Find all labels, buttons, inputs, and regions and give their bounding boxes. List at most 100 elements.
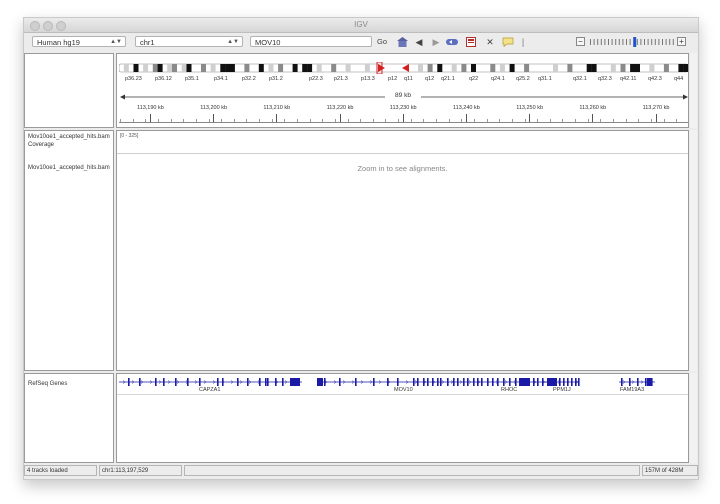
ideogram-band [591, 64, 597, 72]
zoom-out-button[interactable]: − [576, 37, 585, 46]
gene-exon [473, 378, 475, 386]
refresh-icon[interactable] [446, 37, 458, 47]
gene-exon [373, 378, 375, 386]
refseq-genes-track-name[interactable]: RefSeq Genes [28, 380, 114, 388]
zoom-tick [629, 39, 631, 45]
ideogram-band-label: p13.3 [361, 76, 375, 82]
ideogram-band [649, 64, 655, 72]
ideogram-band [586, 64, 592, 72]
gene-exon [199, 378, 201, 386]
gene-exon [339, 378, 341, 386]
window-title: IGV [354, 20, 368, 29]
gene-exon [537, 378, 539, 386]
header-scrollbar[interactable] [690, 53, 697, 128]
ideogram-band-label: p12 [388, 76, 398, 82]
ideogram-band-label: q31.1 [538, 76, 552, 82]
ideogram-band [292, 64, 298, 72]
ideogram-band-label: q11 [404, 76, 413, 82]
gene-exon [437, 378, 439, 386]
gene-exon [259, 378, 261, 386]
gene-exon [492, 378, 494, 386]
span-label: 89 kb [385, 92, 421, 99]
status-message [184, 465, 640, 476]
gene-exon [163, 378, 165, 386]
zoom-tick [622, 39, 624, 45]
forward-arrow-icon[interactable]: ▶ [431, 37, 441, 47]
locus-search-input[interactable]: MOV10 [250, 36, 372, 47]
ideogram-band [186, 64, 192, 72]
gene-exon [621, 378, 623, 386]
ideogram-band-label: p34.1 [214, 76, 228, 82]
feature-data-panel[interactable]: CAPZA1 MOV10 RHOC PPM1J FAM19A3 [116, 373, 689, 463]
ruler-major-tick [213, 114, 215, 122]
ideogram-band [143, 64, 149, 72]
ideogram-band [683, 64, 688, 72]
zoom-slider[interactable] [588, 37, 676, 47]
ideogram-band [268, 64, 274, 72]
zoom-tick [611, 39, 613, 45]
ideogram-band-label: p36.12 [155, 76, 172, 82]
gene-exon [267, 378, 269, 386]
gene-exon [520, 378, 530, 386]
gene-exon [275, 378, 277, 386]
ideogram-band [316, 64, 322, 72]
feature-scrollbar[interactable] [690, 373, 697, 463]
gene-exon [324, 378, 326, 386]
roi-icon[interactable] [465, 37, 477, 47]
alignment-track-name[interactable]: Mov10oe1_accepted_hits.bam [28, 164, 114, 172]
ideogram-band-label: p22.3 [309, 76, 323, 82]
ideogram-band-label: q22 [469, 76, 479, 82]
chromosome-ideogram[interactable] [119, 62, 688, 74]
ideogram-band [152, 64, 158, 72]
coverage-track-name[interactable]: Mov10oe1_accepted_hits.bam Coverage [28, 133, 114, 149]
home-icon[interactable] [396, 37, 408, 47]
ruler-tick-label: 113,270 kb [642, 105, 670, 111]
ideogram-band [157, 64, 163, 72]
title-bar: IGV [24, 18, 698, 33]
locus-value: MOV10 [255, 38, 281, 47]
gene-exon [282, 378, 284, 386]
gene-exon [563, 378, 565, 386]
ideogram-band [133, 64, 139, 72]
alignment-data-panel[interactable]: [0 - 325] Zoom in to see alignments. [116, 130, 689, 371]
popup-text-icon[interactable] [501, 37, 515, 48]
resize-to-window-icon[interactable]: ✕ [484, 37, 496, 47]
gene-track-divider [117, 394, 688, 395]
ideogram-band-label: p35.1 [185, 76, 199, 82]
ideogram-band-label: q42.11 [620, 76, 637, 82]
ideogram-band-label: p31.2 [269, 76, 283, 82]
ruler-tick-label: 113,210 kb [263, 105, 291, 111]
ideogram-band [663, 64, 669, 72]
ideogram-band [678, 64, 684, 72]
zoom-tick [590, 39, 591, 45]
go-button[interactable]: Go [376, 37, 388, 47]
ideogram-band [220, 64, 226, 72]
ideogram-band [302, 64, 308, 72]
gene-exon [155, 378, 157, 386]
ideogram-band [524, 64, 530, 72]
gene-exon [187, 378, 189, 386]
ideogram-band [307, 64, 313, 72]
zoom-tick [662, 39, 663, 45]
ideogram-band-label: q12 [425, 76, 435, 82]
ideogram-band-label: p36.23 [125, 76, 142, 82]
igv-window: IGV Human hg19 ▲▼ chr1 ▲▼ MOV10 Go ◀ ▶ ✕ [23, 17, 699, 480]
chromosome-value: chr1 [140, 38, 155, 47]
zoom-tick [597, 39, 599, 45]
ideogram-band-label: p21.3 [334, 76, 348, 82]
data-scrollbar[interactable] [690, 130, 697, 371]
ruler-major-tick [339, 114, 341, 122]
ideogram-band-label: p32.2 [242, 76, 256, 82]
gene-exon [515, 378, 517, 386]
ruler-tick-label: 113,250 kb [516, 105, 543, 111]
gene-exon [265, 378, 267, 386]
gene-exon [247, 378, 249, 386]
back-arrow-icon[interactable]: ◀ [414, 37, 424, 47]
zoom-in-button[interactable]: + [677, 37, 686, 46]
gene-exon [427, 378, 429, 386]
chromosome-dropdown[interactable]: chr1 ▲▼ [135, 36, 243, 47]
genome-dropdown[interactable]: Human hg19 ▲▼ [32, 36, 126, 47]
ruler-baseline [119, 122, 688, 123]
gene-exon [423, 378, 425, 386]
zoom-tick [615, 39, 617, 45]
